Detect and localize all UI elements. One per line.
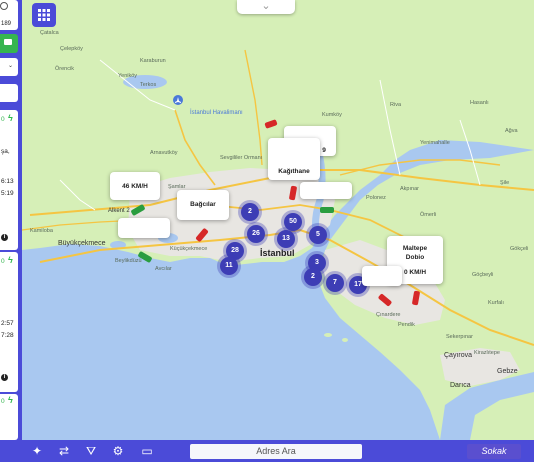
vehicle-marker [131, 204, 145, 216]
vehicle-cluster[interactable]: 26 [247, 225, 265, 243]
vehicle-markers [131, 119, 420, 306]
popup-text: 46 KM/H [122, 183, 148, 190]
collapse-toggle-button[interactable]: ⌄ [237, 0, 295, 14]
vehicle-marker [320, 207, 334, 213]
vehicle-marker [196, 228, 208, 242]
signal-icon [0, 2, 8, 10]
map-mode-button[interactable]: Sokak [467, 444, 521, 459]
magic-wand-icon[interactable]: ✦ [28, 442, 46, 460]
vehicle-cluster[interactable]: 2 [304, 268, 322, 286]
charging-icon: ϟ [8, 255, 13, 265]
vehicle-marker [264, 119, 278, 129]
vehicle-cluster[interactable]: 50 [284, 213, 302, 231]
vehicle-card-line: şa, [1, 148, 10, 155]
vehicle-card-time: 6:13 [1, 178, 14, 185]
address-search-input[interactable]: Adres Ara [190, 444, 362, 459]
vehicle-card[interactable]: 0 ϟ şa, 6:13 5:19 i [0, 110, 18, 250]
chevron-down-icon: ⌄ [261, 0, 271, 12]
vehicle-cluster[interactable]: 5 [309, 226, 327, 244]
vehicle-marker [289, 185, 297, 201]
road-icon[interactable]: ⛛ [82, 442, 100, 460]
vehicle-card-line: 0 [1, 116, 5, 123]
vehicle-card-time: 5:19 [1, 190, 14, 197]
popup-text: Kağıthane [278, 168, 310, 175]
vehicle-marker [138, 251, 152, 263]
vehicle-cluster[interactable]: 2 [241, 203, 259, 221]
vehicle-list-sidebar[interactable]: 189 ⌄ 0 ϟ şa, 6:13 5:19 i 0 ϟ 2:57 7:28 … [0, 0, 22, 440]
vehicle-card[interactable]: 0 ϟ 2:57 7:28 i [0, 252, 18, 392]
monitor-icon[interactable]: ▭ [138, 442, 156, 460]
vehicle-card[interactable]: 0 ϟ [0, 394, 18, 440]
lock-icon [4, 39, 12, 45]
info-icon[interactable]: i [1, 234, 8, 241]
vehicle-cluster[interactable]: 13 [277, 230, 295, 248]
vehicle-marker [412, 290, 420, 306]
vehicle-popup-blank[interactable] [300, 182, 352, 199]
vehicle-popup-blank[interactable] [362, 266, 402, 286]
vehicle-popup-kagithane[interactable]: Kağıthane [268, 138, 320, 180]
gear-cluster-icon[interactable]: ⚙ [109, 442, 127, 460]
popup-title: Maltepe Dobio [402, 245, 428, 261]
filter-select[interactable]: ⌄ [0, 58, 18, 76]
vehicle-cluster[interactable]: 7 [326, 274, 344, 292]
grid-icon [38, 9, 50, 21]
search-field-mini[interactable] [0, 84, 18, 102]
vehicle-card-line: 0 [1, 258, 5, 265]
chevron-down-icon: ⌄ [8, 63, 14, 69]
apps-grid-button[interactable] [32, 3, 56, 27]
vehicle-popup-speed[interactable]: 46 KM/H [110, 172, 160, 200]
charging-icon: ϟ [8, 395, 13, 405]
lock-button[interactable] [0, 34, 18, 53]
charging-icon: ϟ [8, 113, 13, 123]
info-icon[interactable]: i [1, 374, 8, 381]
vehicle-popup-bagcilar[interactable]: Bağcılar [177, 190, 229, 220]
shuffle-icon[interactable]: ⇄ [55, 442, 73, 460]
sidebar-header-card: 189 [0, 0, 18, 30]
vehicle-card-line: 0 [1, 398, 5, 405]
vehicle-cluster[interactable]: 11 [220, 257, 238, 275]
vehicle-popup-blank[interactable] [118, 218, 170, 238]
popup-text: Bağcılar [190, 201, 216, 208]
vehicle-card-time: 2:57 [1, 320, 14, 327]
vehicle-marker [378, 294, 392, 306]
vehicle-card-time: 7:28 [1, 332, 14, 339]
vehicle-count: 189 [1, 21, 12, 27]
